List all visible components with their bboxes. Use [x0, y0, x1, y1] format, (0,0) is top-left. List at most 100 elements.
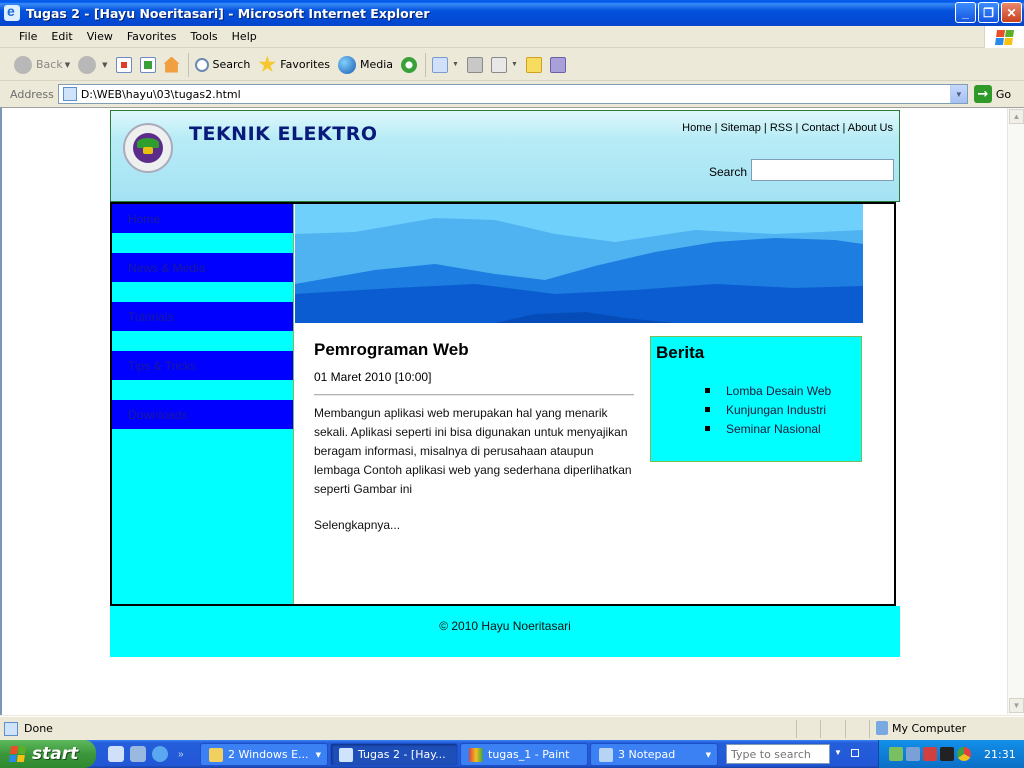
- university-logo: [123, 123, 173, 173]
- task-paint[interactable]: tugas_1 - Paint: [460, 743, 588, 766]
- ie-icon: [339, 747, 353, 762]
- forward-arrow-icon: [78, 55, 97, 74]
- page-icon: [62, 87, 77, 101]
- quicklaunch-ie-icon[interactable]: [152, 746, 168, 762]
- vertical-scrollbar[interactable]: ▲ ▼: [1007, 108, 1024, 714]
- menu-tools[interactable]: Tools: [184, 28, 225, 45]
- my-computer-icon: [876, 721, 888, 735]
- article-divider: [314, 394, 634, 396]
- back-button[interactable]: Back ▼: [14, 55, 70, 74]
- address-input[interactable]: D:\WEB\hayu\03\tugas2.html ▼: [57, 84, 968, 104]
- news-item[interactable]: Seminar Nasional: [705, 419, 831, 438]
- taskbar-search-input[interactable]: [726, 744, 830, 764]
- minimize-button[interactable]: _: [955, 2, 976, 23]
- quicklaunch-desktop-icon[interactable]: [130, 746, 146, 762]
- article-date: 01 Maret 2010 [10:00]: [314, 370, 432, 384]
- search-label: Search: [709, 165, 748, 179]
- note-icon[interactable]: [525, 56, 542, 73]
- read-more-link[interactable]: Selengkapnya...: [314, 518, 634, 532]
- mail-icon[interactable]: [432, 56, 449, 73]
- copyright-text: © 2010 Hayu Noeritasari: [439, 619, 571, 633]
- close-button[interactable]: ✕: [1001, 2, 1022, 23]
- forward-button[interactable]: ▼: [78, 55, 108, 74]
- clock: 21:31: [984, 747, 1016, 761]
- window-titlebar: Tugas 2 - [Hayu Noeritasari] - Microsoft…: [0, 0, 1024, 26]
- ie-icon: [4, 3, 20, 21]
- menu-file[interactable]: File: [12, 28, 44, 45]
- toolbar: Back ▼ ▼ Search Favorites Media ▼ ▼: [0, 49, 1024, 81]
- menu-view[interactable]: View: [80, 28, 120, 45]
- restore-button[interactable]: ❐: [978, 2, 999, 23]
- media-globe-icon: [338, 55, 356, 74]
- menu-favorites[interactable]: Favorites: [120, 28, 184, 45]
- address-dropdown-icon[interactable]: ▼: [949, 85, 967, 103]
- top-link-about-us[interactable]: About Us: [848, 122, 893, 134]
- print-icon[interactable]: [466, 56, 483, 73]
- back-arrow-icon: [14, 55, 32, 74]
- scroll-up-button[interactable]: ▲: [1009, 109, 1024, 124]
- window-title: Tugas 2 - [Hayu Noeritasari] - Microsoft…: [26, 5, 430, 21]
- refresh-icon[interactable]: [139, 56, 156, 73]
- toolbar-divider: [425, 52, 427, 77]
- page-footer: © 2010 Hayu Noeritasari: [110, 606, 900, 657]
- sidebar-item-downloads[interactable]: Downloads: [112, 400, 293, 429]
- article-body: Membangun aplikasi web merupakan hal yan…: [314, 406, 632, 496]
- news-item[interactable]: Kunjungan Industri: [705, 400, 831, 419]
- favorites-button[interactable]: Favorites: [258, 55, 330, 74]
- research-icon[interactable]: [549, 56, 566, 73]
- sidebar: Home News & Media Tutorials Tips & Trick…: [112, 204, 294, 604]
- windows-logo-icon: [984, 26, 1024, 48]
- main-content-frame: Home News & Media Tutorials Tips & Trick…: [110, 202, 896, 606]
- folder-icon: [209, 747, 223, 762]
- status-text: Done: [24, 722, 53, 735]
- task-windows-explorer[interactable]: 2 Windows E... ▼: [200, 743, 328, 766]
- browser-viewport: TEKNIK ELEKTRO Home | Sitemap | RSS | Co…: [0, 107, 1024, 715]
- news-item[interactable]: Lomba Desain Web: [705, 381, 831, 400]
- media-button[interactable]: Media: [338, 55, 393, 74]
- sidebar-item-news-media[interactable]: News & Media: [112, 253, 293, 282]
- search-dropdown-icon[interactable]: ▼: [834, 748, 842, 757]
- site-title: TEKNIK ELEKTRO: [189, 123, 378, 145]
- quicklaunch-ie-settings-icon[interactable]: [108, 746, 124, 762]
- tray-camera-icon[interactable]: [923, 747, 937, 761]
- tray-network-icon[interactable]: [889, 747, 903, 761]
- notepad-icon: [599, 747, 613, 762]
- article: Pemrograman Web 01 Maret 2010 [10:00] Me…: [314, 340, 634, 532]
- menu-edit[interactable]: Edit: [44, 28, 79, 45]
- desktop-toggle-icon[interactable]: [851, 749, 859, 757]
- quicklaunch-more-icon[interactable]: »: [178, 749, 184, 760]
- start-button[interactable]: start: [0, 740, 96, 768]
- go-arrow-icon: →: [973, 85, 992, 103]
- top-link-contact[interactable]: Contact: [801, 122, 839, 134]
- sidebar-item-tutorials[interactable]: Tutorials: [112, 302, 293, 331]
- task-internet-explorer[interactable]: Tugas 2 - [Hay...: [330, 743, 458, 766]
- task-notepad[interactable]: 3 Notepad ▼: [590, 743, 718, 766]
- search-button[interactable]: Search: [194, 57, 250, 72]
- page-done-icon: [4, 721, 18, 736]
- go-button[interactable]: → Go: [973, 85, 1011, 103]
- star-icon: [258, 55, 276, 72]
- stop-icon[interactable]: [115, 56, 132, 73]
- sidebar-item-home[interactable]: Home: [112, 204, 293, 233]
- address-value: D:\WEB\hayu\03\tugas2.html: [80, 87, 241, 101]
- tray-chrome-icon[interactable]: [957, 747, 971, 761]
- paint-icon: [469, 747, 483, 762]
- tray-connection-error-icon[interactable]: [906, 747, 920, 761]
- sidebar-item-tips-tricks[interactable]: Tips & Tricks: [112, 351, 293, 380]
- tray-app-icon[interactable]: [940, 747, 954, 761]
- page-header: TEKNIK ELEKTRO Home | Sitemap | RSS | Co…: [110, 110, 900, 202]
- menu-help[interactable]: Help: [225, 28, 264, 45]
- site-search-input[interactable]: [751, 159, 894, 181]
- edit-word-icon[interactable]: [490, 56, 507, 73]
- toolbar-divider: [187, 52, 189, 77]
- status-bar: Done My Computer: [0, 716, 1024, 740]
- home-icon[interactable]: [163, 56, 180, 73]
- history-icon[interactable]: [401, 56, 418, 73]
- scroll-down-button[interactable]: ▼: [1009, 698, 1024, 713]
- search-icon: [194, 57, 209, 72]
- security-zone: My Computer: [876, 721, 966, 735]
- top-link-home[interactable]: Home: [682, 122, 711, 134]
- top-link-sitemap[interactable]: Sitemap: [721, 122, 761, 134]
- top-link-rss[interactable]: RSS: [770, 122, 793, 134]
- bullet-icon: [705, 426, 710, 431]
